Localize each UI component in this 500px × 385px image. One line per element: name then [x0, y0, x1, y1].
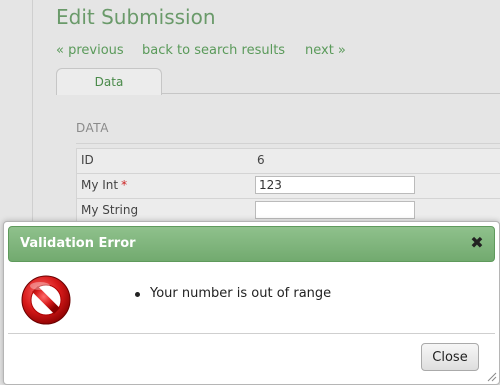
prohibited-icon: [21, 275, 71, 325]
modal-overlay: Validation Error ✖ Your number is out of…: [0, 0, 500, 385]
dialog-divider: [8, 333, 495, 334]
dialog-title: Validation Error: [20, 236, 136, 251]
close-x-icon[interactable]: ✖: [468, 233, 486, 253]
error-message-list: Your number is out of range: [130, 286, 331, 301]
resize-grip-icon[interactable]: [485, 370, 497, 382]
dialog-header: Validation Error ✖: [8, 226, 495, 262]
validation-error-dialog: Validation Error ✖ Your number is out of…: [3, 221, 500, 385]
close-button[interactable]: Close: [421, 343, 479, 371]
error-message: Your number is out of range: [130, 286, 331, 301]
